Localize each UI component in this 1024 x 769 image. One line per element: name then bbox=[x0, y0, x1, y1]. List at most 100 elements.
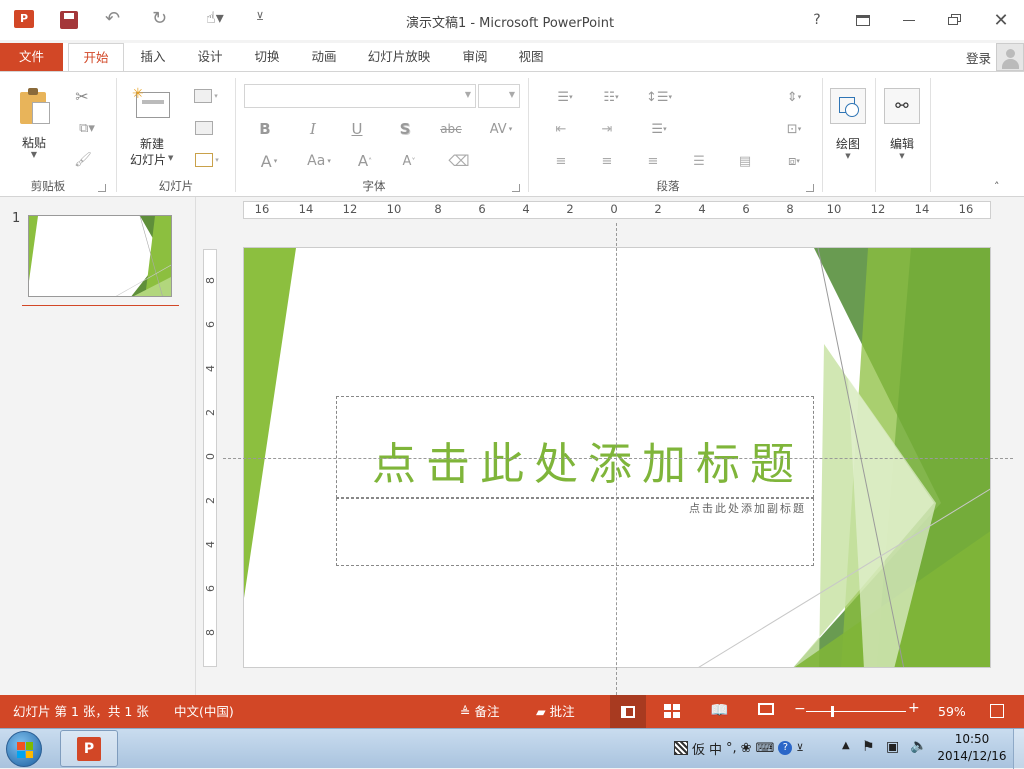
volume-icon[interactable]: 🔈 bbox=[910, 738, 927, 754]
tab-insert[interactable]: 插入 bbox=[130, 43, 176, 71]
save-icon[interactable] bbox=[60, 11, 78, 29]
align-center-icon[interactable]: ≡ bbox=[596, 150, 618, 172]
touch-mode-icon[interactable]: ☝▾ bbox=[206, 8, 224, 27]
new-slide-icon[interactable]: ✳ bbox=[132, 86, 172, 122]
fit-to-window-icon[interactable] bbox=[990, 704, 1004, 718]
sign-in-link[interactable]: 登录 bbox=[966, 48, 991, 67]
close-icon[interactable]: ✕ bbox=[978, 0, 1024, 40]
increase-indent-icon[interactable]: ⇥ bbox=[596, 118, 618, 140]
undo-icon[interactable]: ↶ bbox=[105, 8, 120, 29]
help-button[interactable]: ? bbox=[794, 0, 840, 40]
shadow-button[interactable]: S bbox=[394, 118, 416, 140]
clock-date[interactable]: 2014/12/16 bbox=[934, 749, 1010, 763]
font-size-combobox[interactable]: ▼ bbox=[478, 84, 520, 108]
character-spacing-button[interactable]: AV ▾ bbox=[484, 118, 518, 140]
format-painter-icon[interactable]: 🖌 bbox=[72, 150, 94, 170]
new-slide-dropdown-icon[interactable]: ▼ bbox=[168, 154, 173, 162]
restore-icon[interactable] bbox=[932, 0, 978, 40]
tab-home[interactable]: 开始 bbox=[68, 43, 124, 72]
taskbar-powerpoint-button[interactable]: P bbox=[60, 730, 118, 767]
paste-button-label[interactable]: 粘贴 bbox=[14, 134, 54, 151]
tab-view[interactable]: 视图 bbox=[508, 43, 554, 71]
cut-icon[interactable]: ✂ bbox=[72, 86, 92, 106]
vertical-guide[interactable] bbox=[616, 223, 617, 695]
font-name-combobox[interactable]: ▼ bbox=[244, 84, 476, 108]
tab-transitions[interactable]: 切换 bbox=[244, 43, 290, 71]
underline-button[interactable]: U bbox=[346, 118, 368, 140]
slideshow-view-icon[interactable] bbox=[758, 703, 774, 715]
strikethrough-button[interactable]: abc bbox=[436, 118, 466, 140]
subtitle-placeholder[interactable]: 点击此处添加副标题 bbox=[340, 500, 806, 516]
clock-time[interactable]: 10:50 bbox=[940, 732, 1004, 746]
normal-view-button[interactable] bbox=[610, 695, 646, 728]
align-text-icon[interactable]: ⊡ ▾ bbox=[780, 118, 808, 140]
powerpoint-app-icon[interactable]: P bbox=[14, 10, 34, 28]
horizontal-guide[interactable] bbox=[223, 458, 1013, 459]
smartart-icon[interactable]: ⧈ ▾ bbox=[780, 150, 808, 172]
drawing-button-label[interactable]: 绘图 bbox=[826, 135, 870, 152]
layout-icon[interactable]: ▾ bbox=[192, 86, 220, 106]
tab-slideshow[interactable]: 幻灯片放映 bbox=[360, 43, 438, 71]
new-slide-label-line2[interactable]: 幻灯片 bbox=[124, 151, 172, 168]
justify-icon[interactable]: ☰ bbox=[688, 150, 710, 172]
bold-button[interactable]: B bbox=[254, 118, 276, 140]
line-spacing-icon[interactable]: ↕☰ ▾ bbox=[644, 86, 674, 108]
reading-view-icon[interactable]: 📖 bbox=[710, 701, 729, 719]
avatar[interactable] bbox=[996, 43, 1024, 71]
shrink-font-button[interactable]: A ˅ bbox=[398, 150, 420, 172]
new-slide-label-line1[interactable]: 新建 bbox=[128, 135, 176, 152]
zoom-level[interactable]: 59% bbox=[938, 695, 966, 728]
network-icon[interactable]: ▣ bbox=[886, 739, 899, 755]
font-launcher-icon[interactable] bbox=[512, 184, 520, 192]
slide-count-status[interactable]: 幻灯片 第 1 张，共 1 张 bbox=[13, 695, 149, 728]
comments-button[interactable]: ▰ 批注 bbox=[536, 695, 575, 728]
flag-icon[interactable]: ⚑ bbox=[862, 739, 875, 755]
columns-icon[interactable]: ☰ ▾ bbox=[644, 118, 674, 140]
text-direction-icon[interactable]: ⇕ ▾ bbox=[780, 86, 808, 108]
reset-slide-icon[interactable] bbox=[192, 118, 216, 138]
change-case-button[interactable]: Aa ▾ bbox=[302, 150, 336, 172]
italic-button[interactable]: I bbox=[302, 118, 324, 140]
bullets-icon[interactable]: ☰ ▾ bbox=[550, 86, 580, 108]
grow-font-button[interactable]: A ˄ bbox=[354, 150, 376, 172]
drawing-dropdown-icon[interactable]: ▼ bbox=[826, 152, 870, 160]
tab-animations[interactable]: 动画 bbox=[301, 43, 347, 71]
ribbon-display-options-icon[interactable] bbox=[840, 0, 886, 40]
tab-review[interactable]: 审阅 bbox=[452, 43, 498, 71]
notes-button[interactable]: ≜ 备注 bbox=[460, 695, 499, 728]
tab-design[interactable]: 设计 bbox=[187, 43, 233, 71]
collapse-ribbon-icon[interactable]: ˄ bbox=[994, 180, 1000, 193]
paragraph-launcher-icon[interactable] bbox=[806, 184, 814, 192]
editing-button-label[interactable]: 编辑 bbox=[880, 135, 924, 152]
numbering-icon[interactable]: ☷ ▾ bbox=[596, 86, 626, 108]
start-button[interactable] bbox=[6, 731, 42, 767]
redo-icon[interactable]: ↻ bbox=[152, 8, 167, 29]
zoom-out-icon[interactable]: − bbox=[794, 701, 806, 717]
binoculars-icon[interactable]: ⚯ bbox=[884, 88, 920, 124]
slide-thumbnail[interactable] bbox=[28, 215, 172, 297]
align-right-icon[interactable]: ≡ bbox=[642, 150, 664, 172]
slide-sorter-button[interactable] bbox=[664, 704, 680, 718]
zoom-slider-thumb[interactable] bbox=[831, 706, 834, 717]
align-left-icon[interactable]: ≡ bbox=[550, 150, 572, 172]
zoom-slider[interactable] bbox=[806, 706, 906, 717]
editing-dropdown-icon[interactable]: ▼ bbox=[880, 152, 924, 160]
decrease-indent-icon[interactable]: ⇤ bbox=[550, 118, 572, 140]
paste-dropdown-icon[interactable]: ▼ bbox=[14, 150, 54, 159]
horizontal-ruler[interactable]: 16 14 12 10 8 6 4 2 0 2 4 6 8 10 12 14 16 bbox=[243, 201, 991, 219]
show-desktop-button[interactable] bbox=[1013, 729, 1024, 769]
clear-formatting-icon[interactable]: ⌫ bbox=[448, 150, 470, 172]
ime-toolbar[interactable]: 仮 中 °, ❀ ⌨ ? ⊻ bbox=[674, 737, 804, 759]
drawing-shapes-icon[interactable] bbox=[830, 88, 866, 124]
zoom-in-icon[interactable]: + bbox=[908, 700, 920, 716]
section-icon[interactable]: ▾ bbox=[192, 150, 222, 170]
font-color-button[interactable]: A ▾ bbox=[254, 150, 284, 172]
tab-file[interactable]: 文件 bbox=[0, 43, 63, 71]
title-placeholder[interactable]: 点击此处添加标题 bbox=[340, 438, 804, 492]
language-status[interactable]: 中文(中国) bbox=[174, 695, 234, 728]
minimize-icon[interactable] bbox=[886, 0, 932, 40]
distributed-icon[interactable]: ▤ bbox=[734, 150, 756, 172]
customize-qat-icon[interactable]: ⊻ bbox=[256, 10, 264, 23]
paste-icon[interactable] bbox=[20, 88, 50, 126]
vertical-ruler[interactable]: 8 6 4 2 0 2 4 6 8 bbox=[203, 249, 217, 667]
